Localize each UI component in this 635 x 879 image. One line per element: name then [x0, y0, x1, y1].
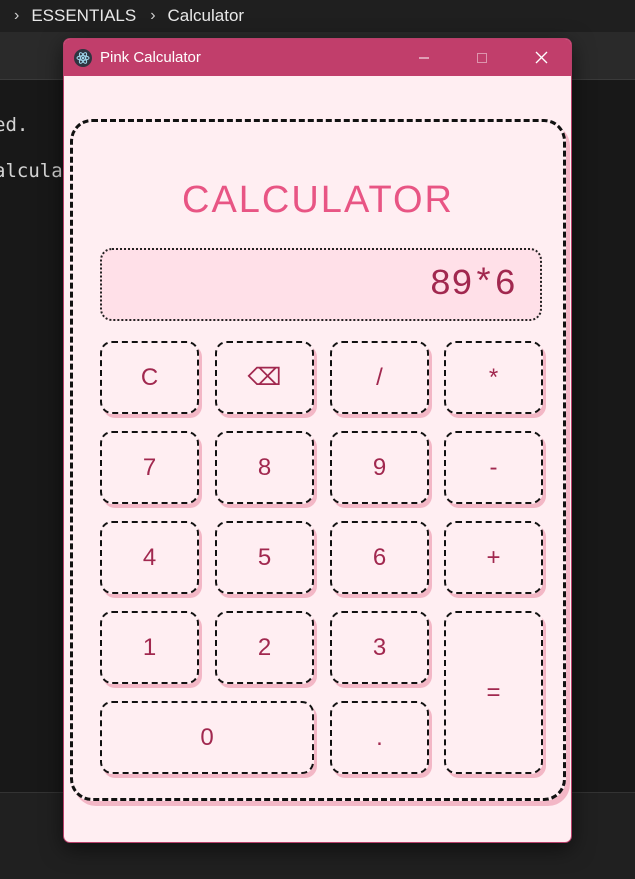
title-bar[interactable]: Pink Calculator [64, 39, 571, 76]
digit-8-button[interactable]: 8 [215, 431, 314, 504]
maximize-icon [477, 52, 487, 63]
electron-atom-icon [74, 48, 92, 67]
digit-6-button[interactable]: 6 [330, 521, 429, 594]
calculator-display: 89*6 [100, 248, 542, 321]
digit-3-button[interactable]: 3 [330, 611, 429, 684]
code-line: ed. [0, 114, 29, 136]
divide-button[interactable]: / [330, 341, 429, 414]
code-line: alcula [0, 160, 63, 182]
add-button[interactable]: + [444, 521, 543, 594]
digit-9-button[interactable]: 9 [330, 431, 429, 504]
breadcrumb-calculator[interactable]: Calculator [168, 6, 245, 26]
maximize-button[interactable] [459, 39, 505, 76]
breadcrumb-essentials[interactable]: ESSENTIALS [31, 6, 136, 26]
editor-breadcrumb-bar: › ESSENTIALS › Calculator [0, 0, 635, 32]
digit-7-button[interactable]: 7 [100, 431, 199, 504]
clear-button[interactable]: C [100, 341, 199, 414]
close-icon [535, 51, 547, 64]
backspace-button[interactable]: ⌫ [215, 341, 314, 414]
minimize-button[interactable] [401, 39, 447, 76]
multiply-button[interactable]: * [444, 341, 543, 414]
pink-calculator-window: Pink Calculator CALCULATOR 89*6 C ⌫ / * … [63, 38, 572, 843]
digit-4-button[interactable]: 4 [100, 521, 199, 594]
chevron-right-icon: › [150, 7, 156, 24]
digit-0-button[interactable]: 0 [100, 701, 314, 774]
digit-5-button[interactable]: 5 [215, 521, 314, 594]
chevron-right-icon: › [14, 7, 20, 24]
digit-1-button[interactable]: 1 [100, 611, 199, 684]
calculator-panel: CALCULATOR 89*6 C ⌫ / * 7 8 9 - 4 5 6 + … [70, 119, 566, 801]
minimize-icon [419, 56, 429, 59]
close-button[interactable] [518, 39, 564, 76]
window-title: Pink Calculator [100, 49, 201, 66]
digit-2-button[interactable]: 2 [215, 611, 314, 684]
subtract-button[interactable]: - [444, 431, 543, 504]
equals-button[interactable]: = [444, 611, 543, 774]
calculator-heading: CALCULATOR [182, 179, 454, 221]
decimal-button[interactable]: . [330, 701, 429, 774]
